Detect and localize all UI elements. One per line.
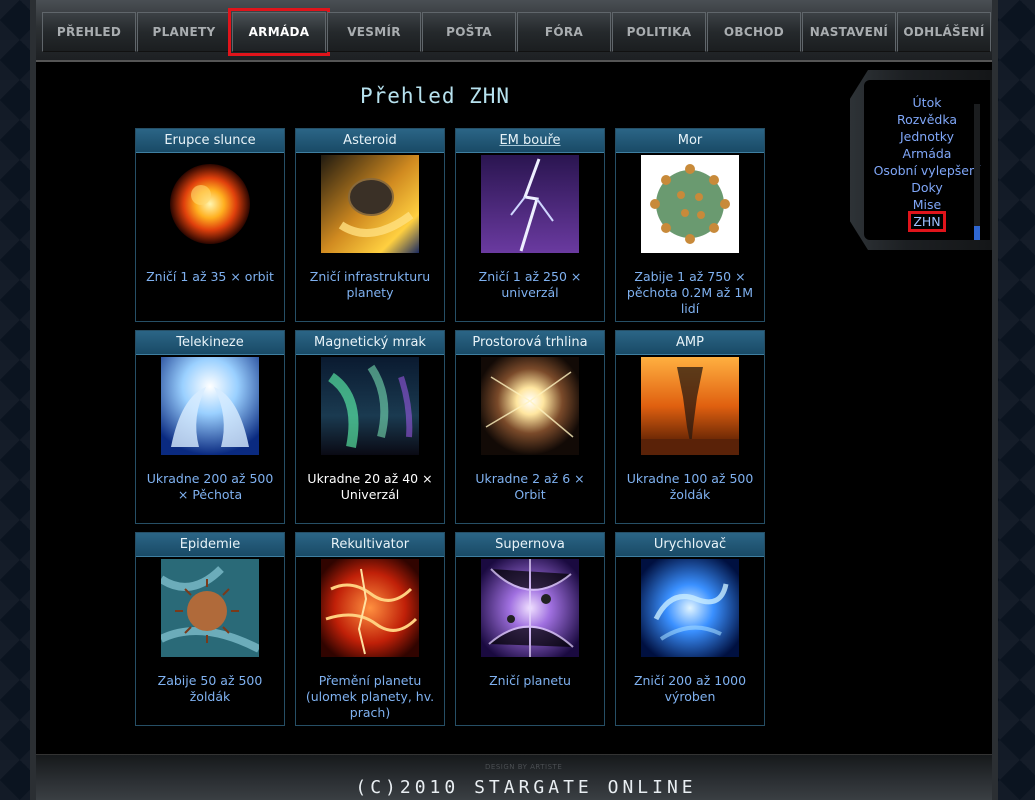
recultivator-icon [321,559,419,657]
nav-planety[interactable]: PLANETY [137,12,231,52]
nav-nastaveni[interactable]: NASTAVENÍ [802,12,896,52]
weapon-card: EM bouře Zničí 1 až 250 × univerzál [455,128,605,322]
side-menu-panel: Útok Rozvědka Jednotky Armáda Osobní vyl… [864,80,990,240]
weapon-card: Asteroid Zničí infrastrukturu planety [295,128,445,322]
card-title-text: AMP [676,335,704,350]
footer: DESIGN BY ARTISTE (C)2010 STARGATE ONLIN… [36,754,992,800]
plague-icon [641,155,739,253]
sidemenu-item-zhn[interactable]: ZHN [864,211,990,232]
card-title: Epidemie [136,533,284,557]
card-title: AMP [616,331,764,355]
weapon-card: Erupce slunce Zničí 1 až 35 × orbit [135,128,285,322]
card-title[interactable]: EM bouře [456,129,604,153]
asteroid-icon [321,155,419,253]
card-title: Mor [616,129,764,153]
side-menu-scroll-thumb[interactable] [974,226,980,240]
amp-icon [641,357,739,455]
weapon-card: Supernova Zničí planetu [455,532,605,726]
space-rift-icon [481,357,579,455]
weapon-card: Epidemie Zabije 50 až 500 žoldák [135,532,285,726]
card-title: Rekultivator [296,533,444,557]
page-title: Přehled ZHN [360,84,511,108]
card-title: Asteroid [296,129,444,153]
sidemenu-item-osobni-vylepseni[interactable]: Osobní vylepšení [864,162,990,179]
accelerator-icon [641,559,739,657]
sidemenu-item-jednotky[interactable]: Jednotky [864,128,990,145]
card-description: Zničí 1 až 35 × orbit [146,269,274,284]
weapon-card: AMP Ukradne 100 až 500 žoldák [615,330,765,524]
army-side-menu: Útok Rozvědka Jednotky Armáda Osobní vyl… [850,70,992,250]
card-description: Zabije 50 až 500 žoldák [157,673,263,704]
top-navigation: PŘEHLED PLANETY ARMÁDA VESMÍR POŠTA FÓRA… [36,0,992,62]
card-title-text: Urychlovač [653,537,727,552]
card-description: Zničí planetu [489,673,571,688]
nav-politika[interactable]: POLITIKA [612,12,706,52]
card-title-text: Rekultivator [330,537,410,552]
side-menu-scrollbar[interactable] [974,104,980,240]
card-description: Zabije 1 až 750 × pěchota 0.2M až 1M lid… [626,269,754,316]
card-title: Telekineze [136,331,284,355]
nav-odhlaseni[interactable]: ODHLÁŠENÍ [897,12,991,52]
sidemenu-item-zhn-label[interactable]: ZHN [908,211,946,232]
card-description: Ukradne 2 až 6 × Orbit [475,471,585,502]
card-description: Ukradne 100 až 500 žoldák [626,471,754,502]
nav-vesmir[interactable]: VESMÍR [327,12,421,52]
weapon-card: Telekineze Ukradne 200 až 500 × Pěchota [135,330,285,524]
card-description: Ukradne 20 až 40 × Univerzál [307,471,433,502]
nav-armada[interactable]: ARMÁDA [228,8,330,56]
nav-fora[interactable]: FÓRA [517,12,611,52]
card-title-text: Erupce slunce [164,133,256,148]
copyright: (C)2010 STARGATE ONLINE [355,777,697,798]
nav-prehled[interactable]: PŘEHLED [42,12,136,52]
solar-flare-icon [161,155,259,253]
sidemenu-item-doky[interactable]: Doky [864,179,990,196]
weapon-card: Urychlovač Zničí 200 až 1000 výroben [615,532,765,726]
card-description: Zničí infrastrukturu planety [309,269,431,300]
card-title-text: Magnetický mrak [314,335,426,350]
card-title-text: Asteroid [343,133,397,148]
card-title-text[interactable]: EM bouře [499,133,560,148]
weapon-card: Mor Zabije 1 až 750 × pěchota 0.2M až 1M… [615,128,765,322]
design-credit: DESIGN BY ARTISTE [485,763,563,771]
sidemenu-item-mise[interactable]: Mise [864,196,990,213]
sidemenu-item-armada[interactable]: Armáda [864,145,990,162]
card-title: Prostorová trhlina [456,331,604,355]
weapon-card: Rekultivator Přemění planetu (ulomek pla… [295,532,445,726]
card-title-text: Telekineze [176,335,244,350]
telekinesis-icon [161,357,259,455]
nav-posta[interactable]: POŠTA [422,12,516,52]
card-title-text: Prostorová trhlina [472,335,588,350]
sidemenu-item-rozvedka[interactable]: Rozvědka [864,111,990,128]
card-title: Magnetický mrak [296,331,444,355]
epidemic-icon [161,559,259,657]
card-description: Zničí 1 až 250 × univerzál [478,269,582,300]
weapons-grid: Erupce slunce Zničí 1 až 35 × orbit Aste… [135,128,765,726]
main-frame: PŘEHLED PLANETY ARMÁDA VESMÍR POŠTA FÓRA… [30,0,998,800]
card-title: Erupce slunce [136,129,284,153]
weapon-card: Magnetický mrak Ukradne 20 až 40 × Unive… [295,330,445,524]
magnetic-cloud-icon [321,357,419,455]
card-title: Urychlovač [616,533,764,557]
sidemenu-item-utok[interactable]: Útok [864,94,990,111]
em-storm-icon [481,155,579,253]
card-title: Supernova [456,533,604,557]
weapon-card: Prostorová trhlina Ukradne 2 až 6 × Orbi… [455,330,605,524]
card-description: Přemění planetu (ulomek planety, hv. pra… [305,673,435,720]
card-description: Zničí 200 až 1000 výroben [633,673,747,704]
nav-obchod[interactable]: OBCHOD [707,12,801,52]
card-description: Ukradne 200 až 500 × Pěchota [146,471,274,502]
supernova-icon [481,559,579,657]
card-title-text: Epidemie [179,537,241,552]
card-title-text: Supernova [495,537,565,552]
card-title-text: Mor [677,133,703,148]
